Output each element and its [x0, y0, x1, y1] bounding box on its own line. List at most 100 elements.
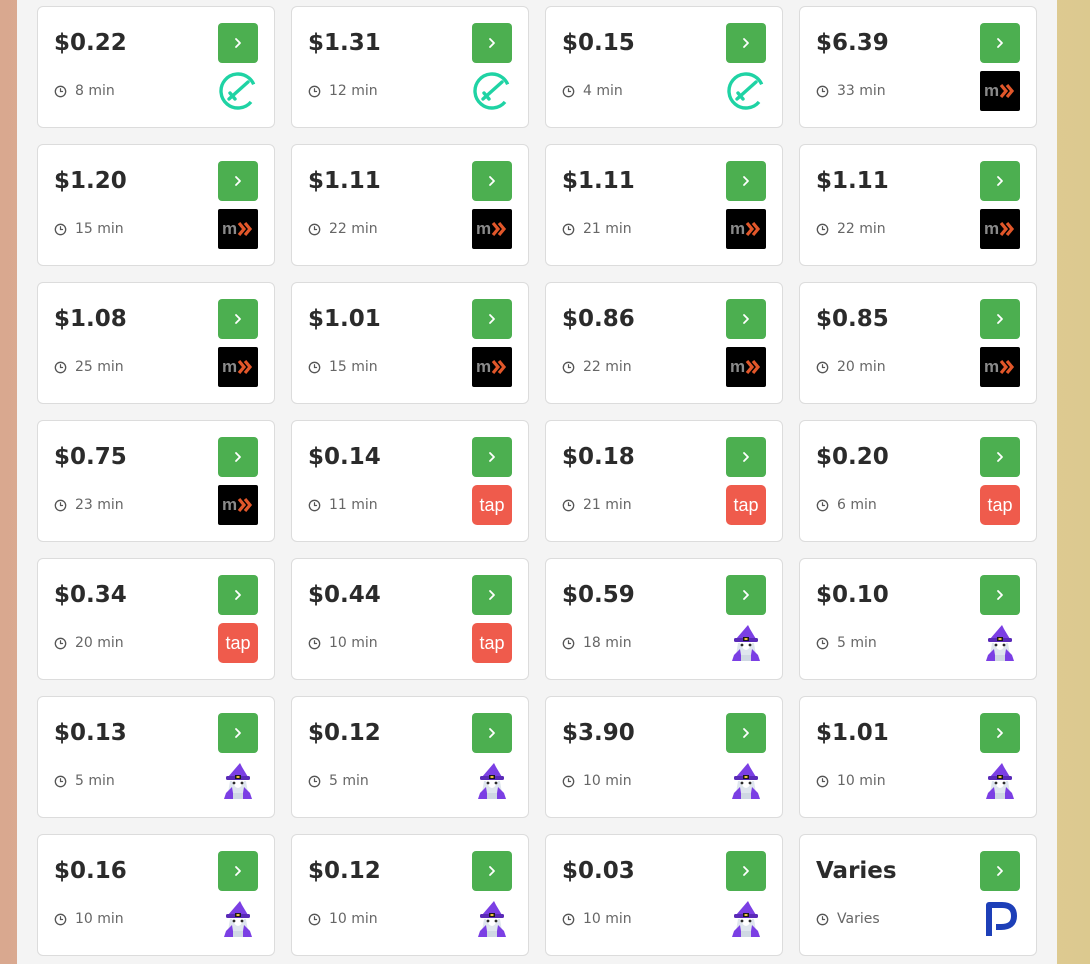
- open-offer-button[interactable]: [218, 851, 258, 891]
- open-offer-button[interactable]: [218, 161, 258, 201]
- open-offer-button[interactable]: [472, 437, 512, 477]
- open-offer-button[interactable]: [218, 713, 258, 753]
- open-offer-button[interactable]: [218, 23, 258, 63]
- open-offer-button[interactable]: [218, 575, 258, 615]
- offer-price: $1.08: [54, 306, 127, 332]
- offer-card[interactable]: $0.15 4 min: [545, 6, 783, 128]
- offers-panel: $0.22 8 min $1.31 12 min $0.15 4 min $6.…: [17, 0, 1057, 964]
- offer-card[interactable]: $0.44 10 min tap: [291, 558, 529, 680]
- offer-card[interactable]: $0.13 5 min: [37, 696, 275, 818]
- open-offer-button[interactable]: [472, 713, 512, 753]
- offer-card[interactable]: $0.18 21 min tap: [545, 420, 783, 542]
- mx-logo-icon: m: [218, 347, 258, 387]
- svg-text:m: m: [222, 495, 237, 514]
- chevron-right-icon: [743, 590, 749, 600]
- offer-card[interactable]: $0.16 10 min: [37, 834, 275, 956]
- offer-duration: Varies: [816, 911, 880, 927]
- offer-card[interactable]: $3.90 10 min: [545, 696, 783, 818]
- svg-text:m: m: [730, 357, 745, 376]
- open-offer-button[interactable]: [472, 23, 512, 63]
- offer-price: $1.31: [308, 30, 381, 56]
- mx-logo-icon: m: [218, 485, 258, 525]
- svg-text:tap: tap: [225, 633, 250, 653]
- open-offer-button[interactable]: [472, 161, 512, 201]
- clock-icon: [308, 913, 321, 926]
- offer-card[interactable]: $1.01 10 min: [799, 696, 1037, 818]
- offer-card[interactable]: $0.86 22 min m: [545, 282, 783, 404]
- open-offer-button[interactable]: [980, 437, 1020, 477]
- open-offer-button[interactable]: [980, 23, 1020, 63]
- offer-duration: 11 min: [308, 497, 378, 513]
- offer-duration-text: 15 min: [329, 359, 378, 375]
- mx-logo-icon: m: [726, 209, 766, 249]
- offer-duration: 10 min: [308, 911, 378, 927]
- offer-card[interactable]: $0.20 6 min tap: [799, 420, 1037, 542]
- offer-duration-text: 23 min: [75, 497, 124, 513]
- clock-icon: [816, 637, 829, 650]
- clock-icon: [54, 85, 67, 98]
- offer-card[interactable]: $0.14 11 min tap: [291, 420, 529, 542]
- open-offer-button[interactable]: [726, 23, 766, 63]
- open-offer-button[interactable]: [472, 299, 512, 339]
- open-offer-button[interactable]: [726, 161, 766, 201]
- offer-card[interactable]: $0.22 8 min: [37, 6, 275, 128]
- offer-card[interactable]: $1.11 22 min m: [799, 144, 1037, 266]
- mx-logo-icon: m: [472, 347, 512, 387]
- tap-logo-icon: tap: [472, 623, 512, 663]
- offer-duration: 22 min: [816, 221, 886, 237]
- offer-card[interactable]: $0.59 18 min: [545, 558, 783, 680]
- open-offer-button[interactable]: [726, 299, 766, 339]
- offer-card[interactable]: $0.12 5 min: [291, 696, 529, 818]
- offer-card[interactable]: $0.85 20 min m: [799, 282, 1037, 404]
- wizard-logo-icon: [726, 761, 766, 801]
- open-offer-button[interactable]: [472, 575, 512, 615]
- offer-duration-text: 10 min: [329, 911, 378, 927]
- offer-duration-text: 10 min: [583, 773, 632, 789]
- wizard-logo-icon: [472, 761, 512, 801]
- offer-card[interactable]: $0.34 20 min tap: [37, 558, 275, 680]
- offer-card[interactable]: $1.31 12 min: [291, 6, 529, 128]
- offer-price: $0.44: [308, 582, 381, 608]
- open-offer-button[interactable]: [980, 851, 1020, 891]
- offer-card[interactable]: $1.11 22 min m: [291, 144, 529, 266]
- offer-price: $1.11: [308, 168, 381, 194]
- open-offer-button[interactable]: [980, 713, 1020, 753]
- offer-duration: 15 min: [308, 359, 378, 375]
- offer-card[interactable]: $0.10 5 min: [799, 558, 1037, 680]
- offer-duration-text: 5 min: [75, 773, 115, 789]
- offer-duration-text: 21 min: [583, 497, 632, 513]
- open-offer-button[interactable]: [218, 299, 258, 339]
- offer-duration: 18 min: [562, 635, 632, 651]
- open-offer-button[interactable]: [980, 575, 1020, 615]
- tap-logo-icon: tap: [218, 623, 258, 663]
- offer-duration: 5 min: [816, 635, 877, 651]
- open-offer-button[interactable]: [218, 437, 258, 477]
- offer-card[interactable]: $6.39 33 min m: [799, 6, 1037, 128]
- offer-card[interactable]: $0.03 10 min: [545, 834, 783, 956]
- offer-card[interactable]: $1.20 15 min m: [37, 144, 275, 266]
- open-offer-button[interactable]: [980, 161, 1020, 201]
- offer-card[interactable]: Varies Varies: [799, 834, 1037, 956]
- chevron-right-icon: [997, 866, 1003, 876]
- offer-duration: 23 min: [54, 497, 124, 513]
- chevron-right-icon: [235, 590, 241, 600]
- open-offer-button[interactable]: [726, 437, 766, 477]
- open-offer-button[interactable]: [726, 713, 766, 753]
- offer-duration-text: 10 min: [583, 911, 632, 927]
- clock-icon: [54, 775, 67, 788]
- offer-card[interactable]: $0.12 10 min: [291, 834, 529, 956]
- offer-duration: 10 min: [816, 773, 886, 789]
- chevron-right-icon: [743, 314, 749, 324]
- offer-card[interactable]: $1.08 25 min m: [37, 282, 275, 404]
- offer-duration-text: 8 min: [75, 83, 115, 99]
- offer-duration-text: 20 min: [837, 359, 886, 375]
- offer-card[interactable]: $1.11 21 min m: [545, 144, 783, 266]
- open-offer-button[interactable]: [726, 575, 766, 615]
- chevron-right-icon: [997, 314, 1003, 324]
- open-offer-button[interactable]: [980, 299, 1020, 339]
- open-offer-button[interactable]: [472, 851, 512, 891]
- offer-price: $0.59: [562, 582, 635, 608]
- offer-card[interactable]: $1.01 15 min m: [291, 282, 529, 404]
- open-offer-button[interactable]: [726, 851, 766, 891]
- offer-card[interactable]: $0.75 23 min m: [37, 420, 275, 542]
